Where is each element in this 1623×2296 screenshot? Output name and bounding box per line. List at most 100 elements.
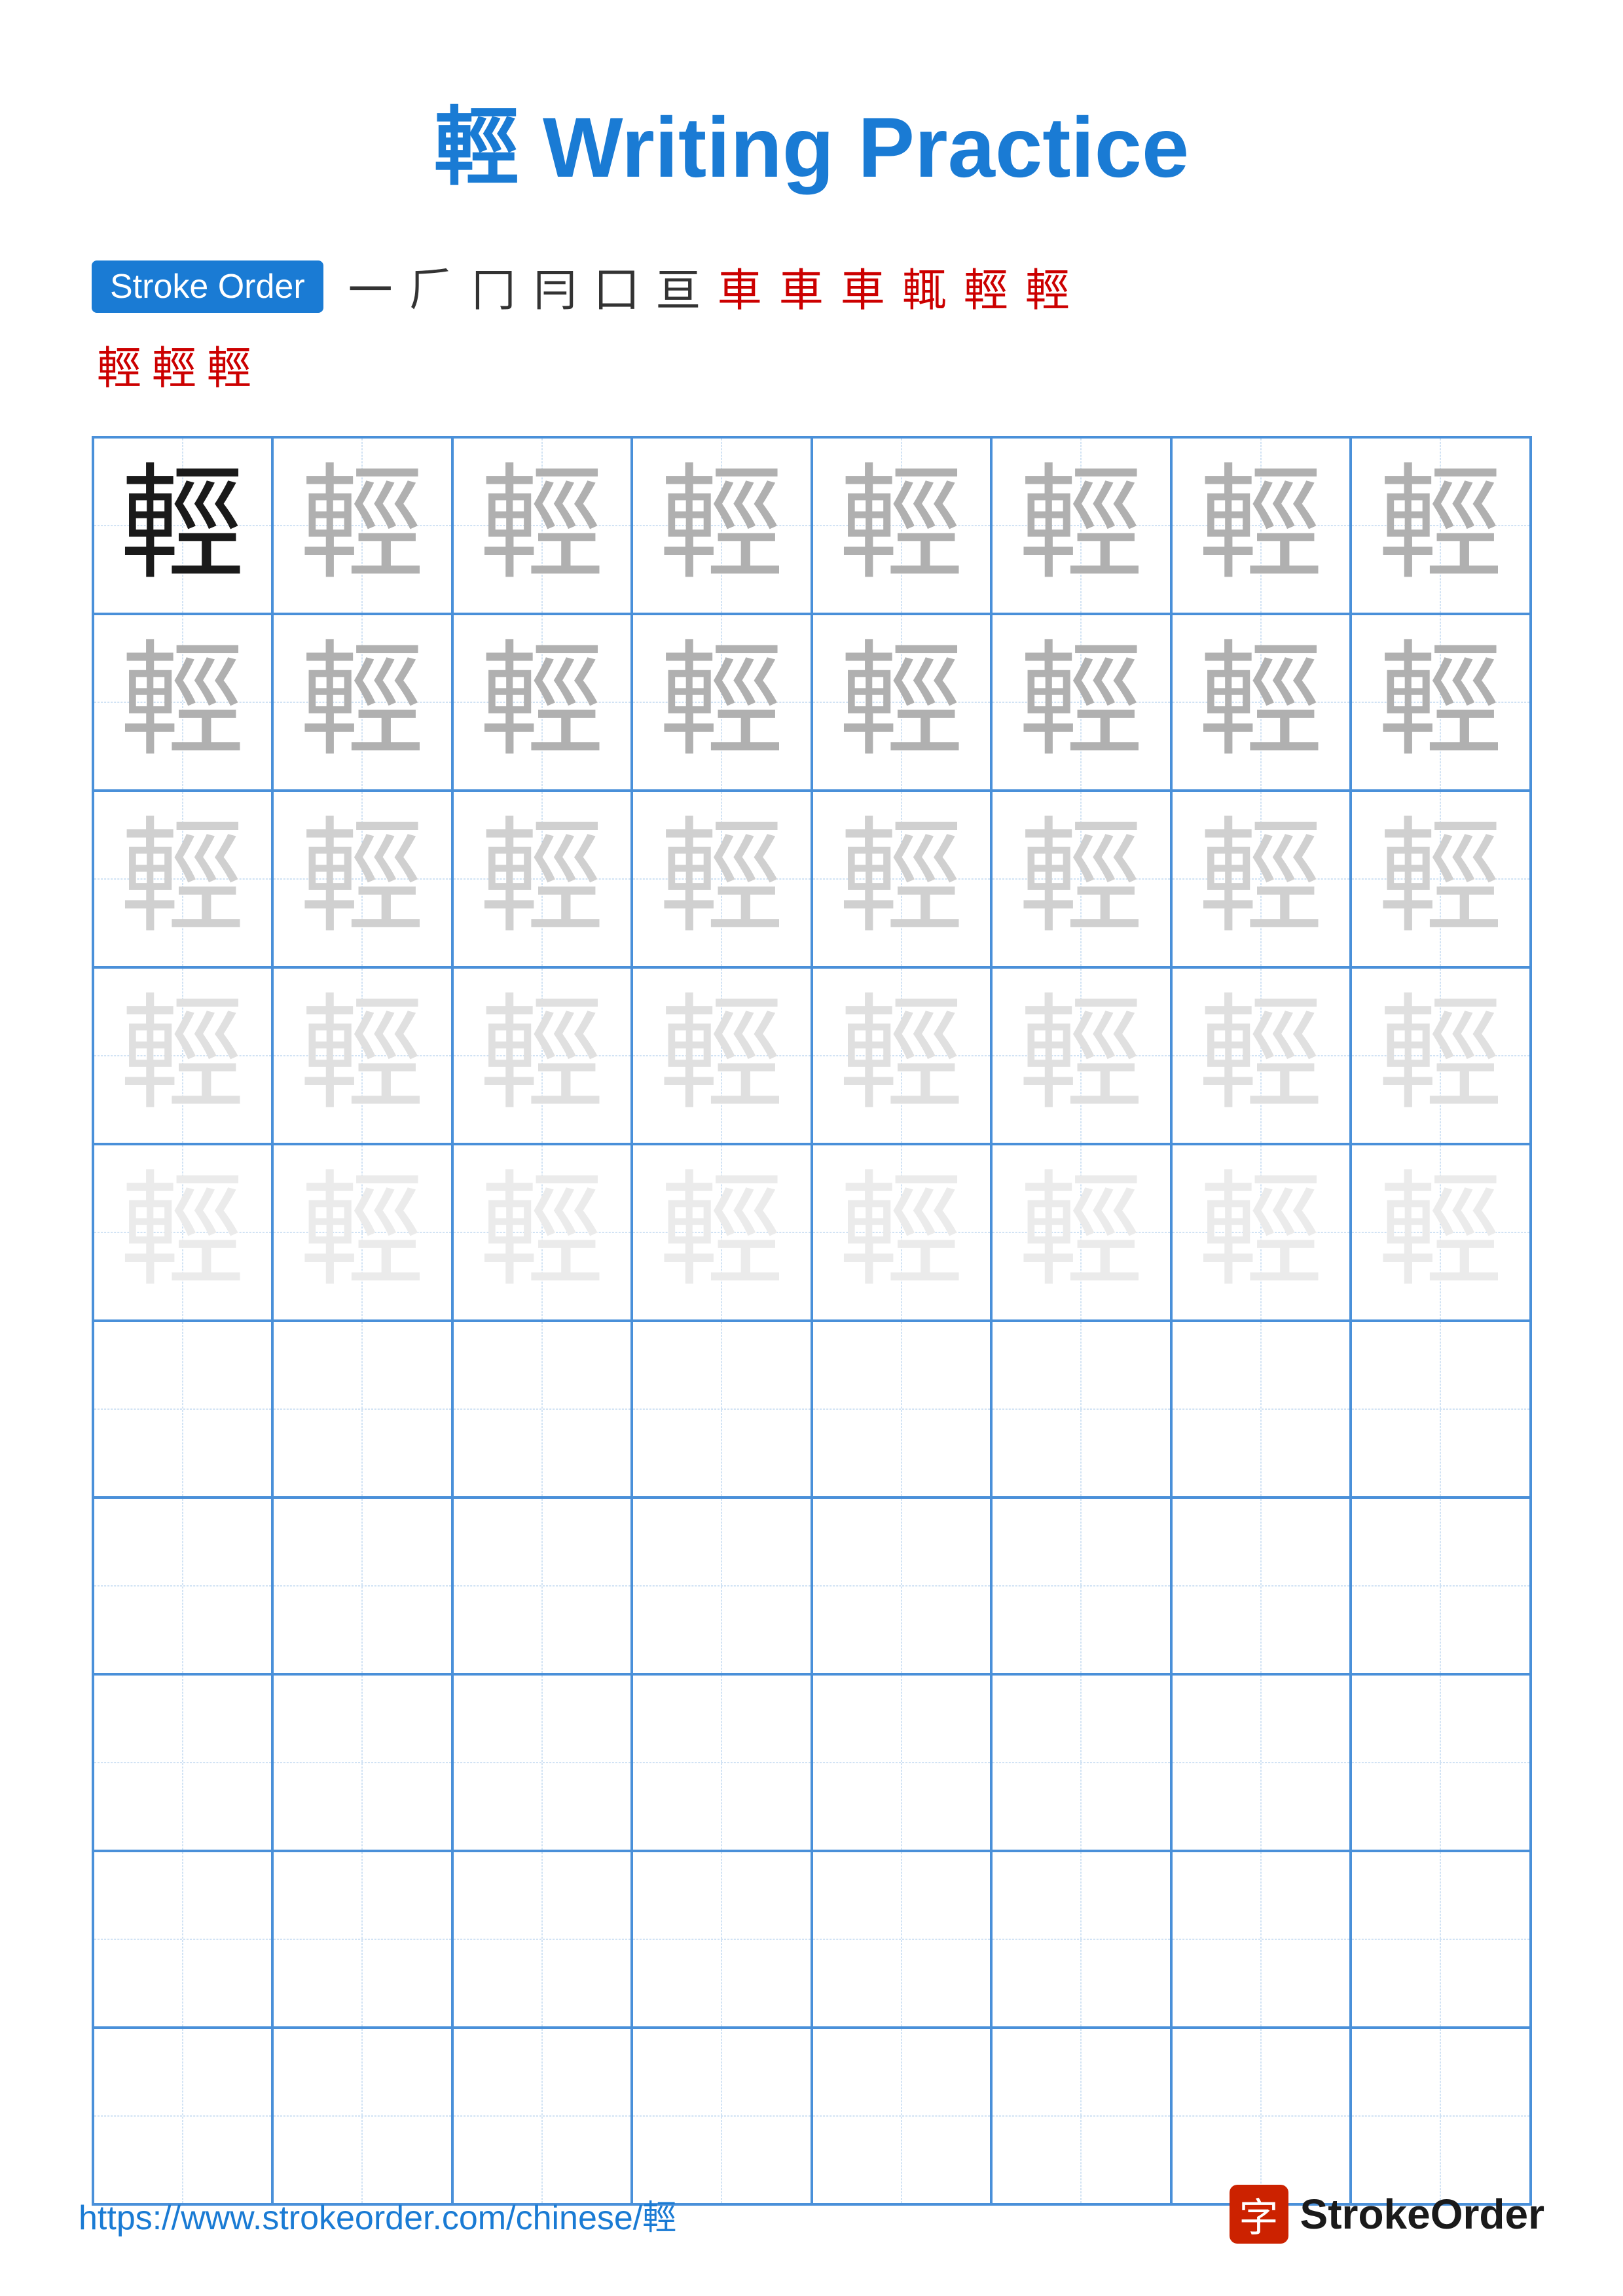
grid-cell[interactable]: 輕 <box>1171 967 1351 1144</box>
grid-cell[interactable] <box>1171 2028 1351 2204</box>
grid-cell[interactable]: 輕 <box>632 791 812 967</box>
grid-cell[interactable]: 輕 <box>1171 791 1351 967</box>
grid-cell[interactable]: 輕 <box>452 437 632 614</box>
stroke-char-13: 輕 <box>97 332 141 397</box>
practice-char: 輕 <box>839 1170 964 1295</box>
grid-cell[interactable]: 輕 <box>812 1144 992 1321</box>
grid-cell[interactable]: 輕 <box>812 614 992 791</box>
grid-cell[interactable]: 輕 <box>272 614 452 791</box>
grid-cell[interactable] <box>632 2028 812 2204</box>
grid-row <box>93 2028 1531 2204</box>
grid-cell[interactable]: 輕 <box>991 967 1171 1144</box>
grid-cell[interactable] <box>272 1851 452 2028</box>
grid-cell[interactable]: 輕 <box>1351 614 1531 791</box>
grid-cell[interactable] <box>1171 1851 1351 2028</box>
grid-cell[interactable] <box>632 1321 812 1498</box>
grid-cell[interactable] <box>452 1321 632 1498</box>
grid-cell[interactable] <box>991 1321 1171 1498</box>
grid-cell[interactable]: 輕 <box>632 1144 812 1321</box>
grid-cell[interactable]: 輕 <box>93 437 273 614</box>
grid-cell[interactable]: 輕 <box>812 967 992 1144</box>
grid-cell[interactable]: 輕 <box>93 1144 273 1321</box>
practice-char: 輕 <box>480 640 604 764</box>
grid-cell[interactable]: 輕 <box>1171 437 1351 614</box>
practice-char: 輕 <box>659 463 784 588</box>
grid-cell[interactable] <box>93 2028 273 2204</box>
practice-char: 輕 <box>480 1170 604 1295</box>
grid-cell[interactable] <box>1171 1498 1351 1674</box>
grid-cell[interactable]: 輕 <box>93 614 273 791</box>
practice-char: 輕 <box>300 640 424 764</box>
grid-cell[interactable]: 輕 <box>991 1144 1171 1321</box>
practice-char: 輕 <box>1019 817 1143 941</box>
footer-url[interactable]: https://www.strokeorder.com/chinese/輕 <box>79 2190 676 2239</box>
grid-cell[interactable] <box>93 1321 273 1498</box>
grid-cell[interactable]: 輕 <box>93 791 273 967</box>
grid-cell[interactable] <box>812 1851 992 2028</box>
grid-cell[interactable]: 輕 <box>1351 791 1531 967</box>
grid-cell[interactable]: 輕 <box>452 967 632 1144</box>
grid-cell[interactable] <box>1351 1674 1531 1851</box>
page-title: 輕 Writing Practice <box>434 79 1189 202</box>
grid-cell[interactable]: 輕 <box>1171 1144 1351 1321</box>
grid-cell[interactable]: 輕 <box>632 437 812 614</box>
grid-cell[interactable] <box>1351 1851 1531 2028</box>
grid-cell[interactable] <box>632 1674 812 1851</box>
grid-cell[interactable] <box>93 1498 273 1674</box>
grid-cell[interactable] <box>452 2028 632 2204</box>
practice-char: 輕 <box>300 994 424 1118</box>
grid-cell[interactable] <box>812 2028 992 2204</box>
grid-cell[interactable] <box>272 2028 452 2204</box>
grid-cell[interactable]: 輕 <box>272 967 452 1144</box>
practice-char: 輕 <box>839 994 964 1118</box>
practice-char: 輕 <box>1199 994 1323 1118</box>
stroke-char-14: 輕 <box>152 332 196 397</box>
grid-cell[interactable] <box>1351 2028 1531 2204</box>
grid-cell[interactable]: 輕 <box>1351 437 1531 614</box>
grid-cell[interactable]: 輕 <box>991 437 1171 614</box>
grid-cell[interactable]: 輕 <box>1171 614 1351 791</box>
practice-char: 輕 <box>300 1170 424 1295</box>
grid-cell[interactable] <box>991 1851 1171 2028</box>
grid-cell[interactable]: 輕 <box>991 791 1171 967</box>
grid-cell[interactable] <box>1351 1498 1531 1674</box>
grid-cell[interactable] <box>632 1851 812 2028</box>
grid-cell[interactable]: 輕 <box>452 1144 632 1321</box>
grid-cell[interactable] <box>452 1674 632 1851</box>
grid-cell[interactable]: 輕 <box>991 614 1171 791</box>
grid-cell[interactable] <box>991 2028 1171 2204</box>
grid-cell[interactable] <box>991 1498 1171 1674</box>
grid-cell[interactable]: 輕 <box>812 437 992 614</box>
grid-cell[interactable]: 輕 <box>1351 1144 1531 1321</box>
practice-char: 輕 <box>480 994 604 1118</box>
grid-cell[interactable]: 輕 <box>452 614 632 791</box>
grid-cell[interactable] <box>812 1674 992 1851</box>
grid-cell[interactable]: 輕 <box>632 967 812 1144</box>
grid-cell[interactable] <box>452 1498 632 1674</box>
grid-cell[interactable] <box>812 1321 992 1498</box>
grid-cell[interactable]: 輕 <box>632 614 812 791</box>
practice-char: 輕 <box>1019 994 1143 1118</box>
grid-cell[interactable]: 輕 <box>93 967 273 1144</box>
grid-cell[interactable]: 輕 <box>272 437 452 614</box>
grid-cell[interactable]: 輕 <box>272 791 452 967</box>
practice-char: 輕 <box>480 817 604 941</box>
practice-char: 輕 <box>839 640 964 764</box>
grid-cell[interactable] <box>272 1321 452 1498</box>
grid-cell[interactable] <box>812 1498 992 1674</box>
grid-cell[interactable] <box>1351 1321 1531 1498</box>
grid-cell[interactable]: 輕 <box>812 791 992 967</box>
grid-cell[interactable] <box>632 1498 812 1674</box>
grid-cell[interactable]: 輕 <box>452 791 632 967</box>
grid-cell[interactable] <box>272 1498 452 1674</box>
grid-cell[interactable] <box>93 1851 273 2028</box>
grid-cell[interactable] <box>272 1674 452 1851</box>
grid-cell[interactable] <box>452 1851 632 2028</box>
grid-cell[interactable] <box>1171 1674 1351 1851</box>
practice-char: 輕 <box>1378 1170 1503 1295</box>
grid-cell[interactable]: 輕 <box>272 1144 452 1321</box>
grid-cell[interactable] <box>93 1674 273 1851</box>
grid-cell[interactable] <box>991 1674 1171 1851</box>
grid-cell[interactable] <box>1171 1321 1351 1498</box>
grid-cell[interactable]: 輕 <box>1351 967 1531 1144</box>
